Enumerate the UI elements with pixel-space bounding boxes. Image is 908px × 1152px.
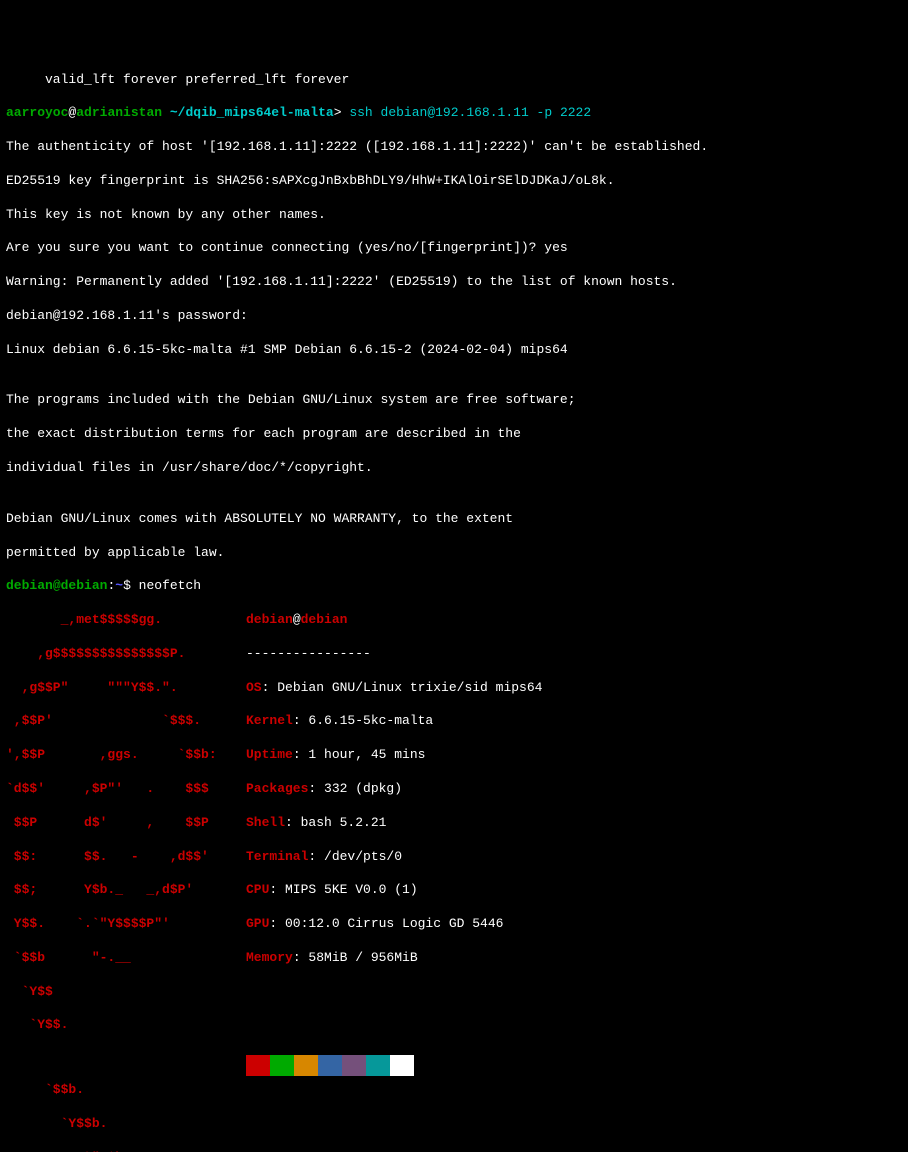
nf-userhost: debian@debian <box>246 612 347 629</box>
color-swatch <box>246 1055 270 1076</box>
ssh-output-line: the exact distribution terms for each pr… <box>6 426 902 443</box>
neofetch-command: neofetch <box>139 578 201 593</box>
color-swatches <box>246 1055 414 1076</box>
color-swatch <box>270 1055 294 1076</box>
ascii-art-line: `$$b. <box>6 1082 246 1099</box>
nf-os: OS: Debian GNU/Linux trixie/sid mips64 <box>246 680 542 697</box>
ascii-art-line: Y$$. `.`"Y$$$$P"' <box>6 916 246 933</box>
color-swatch <box>390 1055 414 1076</box>
nf-kernel: Kernel: 6.6.15-5kc-malta <box>246 713 433 730</box>
ascii-art-line: `$$b "-.__ <box>6 950 246 967</box>
prompt-host: adrianistan <box>76 105 162 120</box>
nf-divider: ---------------- <box>246 646 371 663</box>
ssh-output-line: permitted by applicable law. <box>6 545 902 562</box>
color-swatch <box>294 1055 318 1076</box>
ascii-art-line: `Y$$. <box>6 1017 246 1034</box>
ascii-art-line: $$; Y$b._ _,d$P' <box>6 882 246 899</box>
ascii-art-line: ,g$$P" """Y$$.". <box>6 680 246 697</box>
nf-uptime: Uptime: 1 hour, 45 mins <box>246 747 425 764</box>
ascii-art-line: _,met$$$$$gg. <box>6 612 246 629</box>
ascii-art-line: ,g$$$$$$$$$$$$$$$P. <box>6 646 246 663</box>
nf-shell: Shell: bash 5.2.21 <box>246 815 386 832</box>
nf-terminal: Terminal: /dev/pts/0 <box>246 849 402 866</box>
ssh-output-line: individual files in /usr/share/doc/*/cop… <box>6 460 902 477</box>
nf-packages: Packages: 332 (dpkg) <box>246 781 402 798</box>
ascii-art-line: `Y$$b. <box>6 1116 246 1133</box>
nf-gpu: GPU: 00:12.0 Cirrus Logic GD 5446 <box>246 916 503 933</box>
nf-memory: Memory: 58MiB / 956MiB <box>246 950 418 967</box>
ascii-art-line: ,$$P' `$$$. <box>6 713 246 730</box>
color-swatch <box>366 1055 390 1076</box>
prompt-user: debian <box>6 578 53 593</box>
partial-line: valid_lft forever preferred_lft forever <box>6 72 902 89</box>
prompt-remote[interactable]: debian@debian:~$ neofetch <box>6 578 902 595</box>
ssh-output-line: debian@192.168.1.11's password: <box>6 308 902 325</box>
prompt-path: ~ <box>115 578 123 593</box>
ascii-art-line: `"Y$b._ <box>6 1150 246 1152</box>
ssh-output-line: Linux debian 6.6.15-5kc-malta #1 SMP Deb… <box>6 342 902 359</box>
ssh-output-line: Debian GNU/Linux comes with ABSOLUTELY N… <box>6 511 902 528</box>
prompt-path: ~/dqib_mips64el-malta <box>170 105 334 120</box>
prompt-host: debian <box>61 578 108 593</box>
ssh-output-line: Warning: Permanently added '[192.168.1.1… <box>6 274 902 291</box>
ssh-output-line: The programs included with the Debian GN… <box>6 392 902 409</box>
ssh-output-line: Are you sure you want to continue connec… <box>6 240 902 257</box>
nf-cpu: CPU: MIPS 5KE V0.0 (1) <box>246 882 418 899</box>
ascii-art-line: `d$$' ,$P"' . $$$ <box>6 781 246 798</box>
prompt-user: aarroyoc <box>6 105 68 120</box>
ascii-art-line: ',$$P ,ggs. `$$b: <box>6 747 246 764</box>
color-swatch <box>318 1055 342 1076</box>
ssh-command: ssh debian@192.168.1.11 -p 2222 <box>349 105 591 120</box>
ascii-art-line: $$P d$' , $$P <box>6 815 246 832</box>
ssh-output-line: ED25519 key fingerprint is SHA256:sAPXcg… <box>6 173 902 190</box>
ssh-output-line: The authenticity of host '[192.168.1.11]… <box>6 139 902 156</box>
ascii-art-line: `Y$$ <box>6 984 246 1001</box>
ascii-art-line: $$: $$. - ,d$$' <box>6 849 246 866</box>
color-swatch <box>342 1055 366 1076</box>
ssh-output-line: This key is not known by any other names… <box>6 207 902 224</box>
prompt-local[interactable]: aarroyoc@adrianistan ~/dqib_mips64el-mal… <box>6 105 902 122</box>
